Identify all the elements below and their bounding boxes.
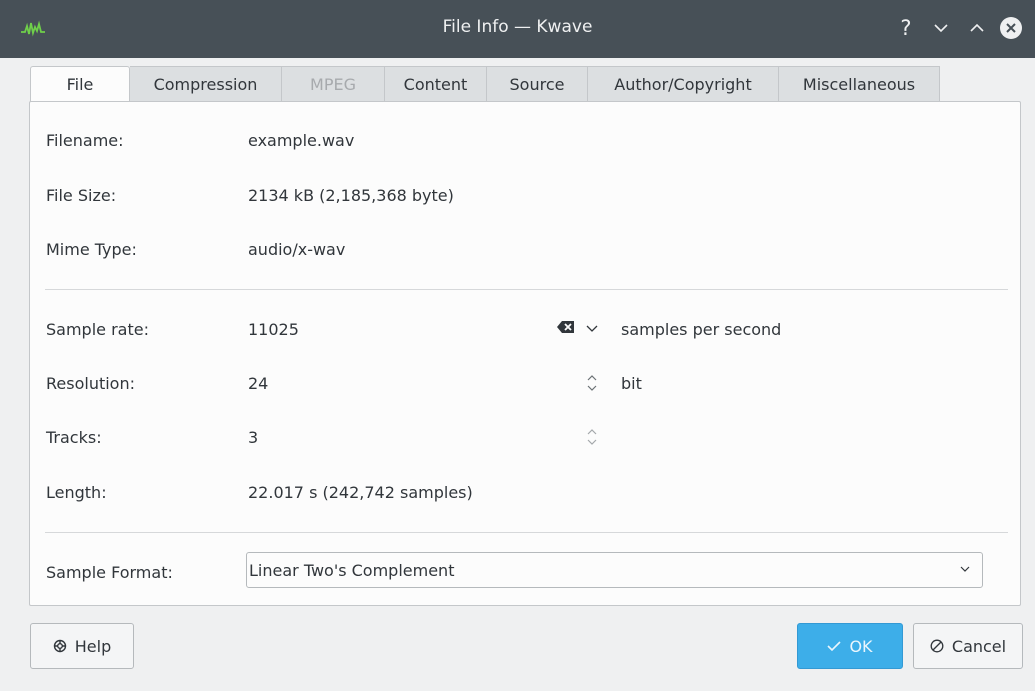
maximize-icon[interactable] — [964, 14, 990, 42]
sample-rate-value[interactable]: 11025 — [248, 320, 299, 339]
tracks-value[interactable]: 3 — [248, 428, 258, 447]
tab-author-copyright[interactable]: Author/Copyright — [588, 66, 779, 102]
chevron-down-icon[interactable] — [585, 323, 599, 335]
tab-compression[interactable]: Compression — [130, 66, 282, 102]
sample-format-label: Sample Format: — [46, 563, 173, 582]
sample-format-selected: Linear Two's Complement — [249, 560, 455, 580]
tracks-label: Tracks: — [46, 428, 102, 447]
sample-rate-label: Sample rate: — [46, 320, 149, 339]
length-value: 22.017 s (242,742 samples) — [248, 483, 473, 502]
resolution-unit: bit — [621, 374, 642, 393]
filename-value: example.wav — [248, 131, 355, 150]
resolution-spin-icon[interactable] — [585, 372, 599, 394]
filesize-label: File Size: — [46, 186, 117, 205]
tab-mpeg: MPEG — [282, 66, 385, 102]
tab-content[interactable]: Content — [385, 66, 487, 102]
window-title: File Info — Kwave — [442, 17, 593, 37]
clear-text-icon[interactable] — [556, 319, 576, 335]
tab-miscellaneous[interactable]: Miscellaneous — [779, 66, 940, 102]
ok-button-label: OK — [849, 636, 873, 656]
ok-button[interactable]: OK — [797, 623, 903, 669]
cancel-button-label: Cancel — [951, 636, 1007, 656]
tracks-spin-icon[interactable] — [585, 426, 599, 448]
checkmark-icon — [827, 640, 842, 652]
tab-bar: File Compression MPEG Content Source Aut… — [30, 66, 940, 102]
tab-file[interactable]: File — [30, 66, 130, 102]
chevron-down-icon — [960, 566, 970, 572]
separator — [45, 532, 1008, 533]
cancel-icon — [930, 639, 944, 653]
sample-format-select[interactable]: Linear Two's Complement — [246, 552, 983, 588]
minimize-icon[interactable] — [928, 14, 954, 42]
resolution-value[interactable]: 24 — [248, 374, 268, 393]
sample-rate-unit: samples per second — [621, 320, 782, 339]
close-icon[interactable] — [998, 14, 1024, 42]
mime-type-label: Mime Type: — [46, 240, 137, 259]
help-icon[interactable]: ? — [893, 14, 919, 42]
mime-type-value: audio/x-wav — [248, 240, 346, 259]
filesize-value: 2134 kB (2,185,368 byte) — [248, 186, 454, 205]
length-label: Length: — [46, 483, 107, 502]
file-tab-panel — [29, 101, 1021, 606]
tab-source[interactable]: Source — [487, 66, 588, 102]
separator — [45, 289, 1008, 290]
cancel-button[interactable]: Cancel — [913, 623, 1023, 669]
help-icon — [53, 639, 67, 653]
title-bar[interactable]: File Info — Kwave ? — [0, 0, 1035, 58]
help-button[interactable]: Help — [30, 623, 134, 669]
help-button-label: Help — [74, 636, 112, 656]
filename-label: Filename: — [46, 131, 124, 150]
resolution-label: Resolution: — [46, 374, 135, 393]
